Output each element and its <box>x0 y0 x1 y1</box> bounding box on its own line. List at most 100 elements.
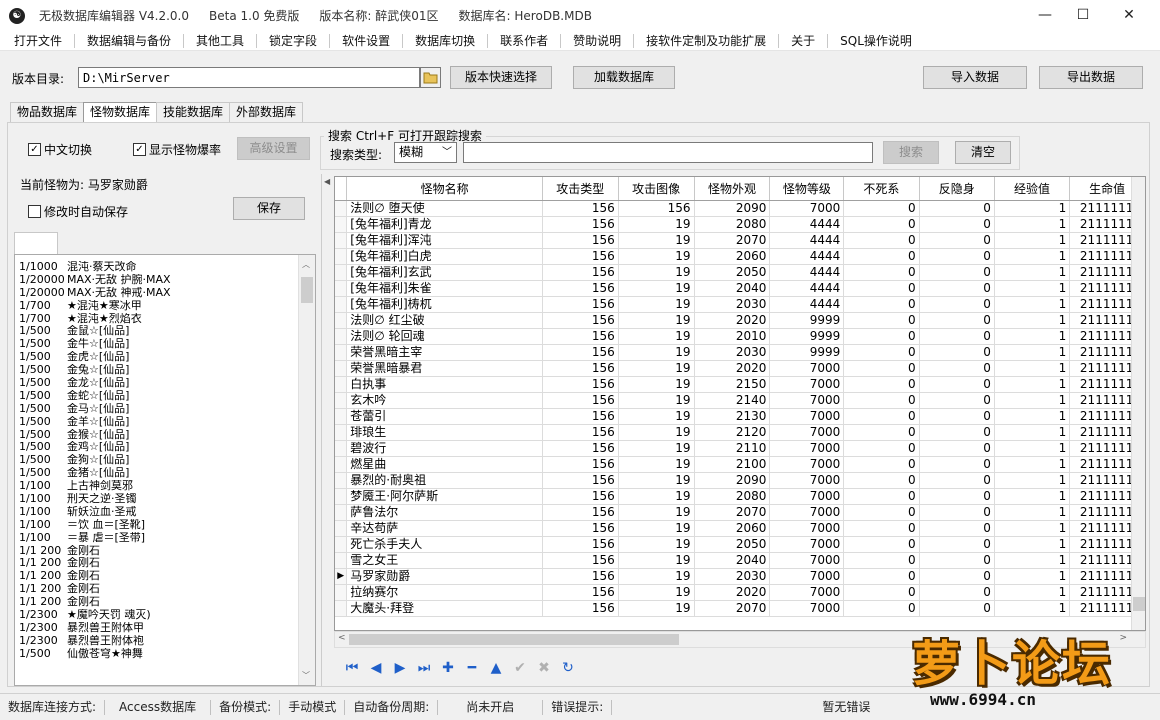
monster-name-cell[interactable]: 碧波行 <box>346 440 543 457</box>
monster-name-cell[interactable]: 苍蕾引 <box>346 408 543 425</box>
grid-cell[interactable]: 7000 <box>769 520 845 537</box>
grid-cell[interactable]: 7000 <box>769 376 845 393</box>
grid-cell[interactable]: 19 <box>618 344 695 361</box>
grid-cell[interactable]: 0 <box>843 312 920 329</box>
column-header[interactable]: 怪物等级 <box>769 177 845 201</box>
grid-cell[interactable]: 156 <box>542 472 619 489</box>
grid-cell[interactable]: 2070 <box>694 232 771 249</box>
column-header[interactable]: 反隐身 <box>919 177 995 201</box>
grid-cell[interactable]: 156 <box>542 568 619 585</box>
grid-cell[interactable]: 19 <box>618 456 695 473</box>
grid-cell[interactable]: 156 <box>542 232 619 249</box>
grid-cell[interactable]: 19 <box>618 520 695 537</box>
grid-cell[interactable]: 0 <box>919 584 995 601</box>
grid-cell[interactable]: 0 <box>843 536 920 553</box>
show-drop-rate-checkbox[interactable]: ✓ 显示怪物爆率 <box>133 141 221 158</box>
table-row[interactable]: 暴烈的·耐奥祖 156 19 2090 7000 0 0 1 21111111 <box>335 472 1145 489</box>
grid-cell[interactable]: 0 <box>843 200 920 217</box>
table-row[interactable]: 梦魇王·阿尔萨斯 156 19 2080 7000 0 0 1 21111111 <box>335 488 1145 505</box>
monster-grid[interactable]: 怪物名称 攻击类型 攻击图像 怪物外观 怪物等级 不死系 反隐身 经验值 生命值 法则∅ 堕天使… <box>334 176 1146 631</box>
monster-name-cell[interactable]: [兔年福利]白虎 <box>346 248 543 265</box>
drop-list-item[interactable]: 1/500 金马☆[仙品] <box>15 403 315 416</box>
grid-cell[interactable]: 4444 <box>769 264 845 281</box>
table-row[interactable]: 荣誉黑暗暴君 156 19 2020 7000 0 0 1 21111111 <box>335 360 1145 377</box>
drop-list-item[interactable]: 1/20000 MAX·无敌 神戒·MAX <box>15 287 315 300</box>
monster-name-cell[interactable]: 白执事 <box>346 376 543 393</box>
grid-cell[interactable]: 1 <box>994 424 1071 441</box>
post-icon[interactable]: ✔ <box>508 657 532 679</box>
table-row[interactable]: 苍蕾引 156 19 2130 7000 0 0 1 21111111 <box>335 408 1145 425</box>
grid-cell[interactable]: 2030 <box>694 344 771 361</box>
grid-cell[interactable]: 2020 <box>694 584 771 601</box>
table-row[interactable]: [兔年福利]青龙 156 19 2080 4444 0 0 1 21111111 <box>335 216 1145 233</box>
grid-cell[interactable]: 2030 <box>694 296 771 313</box>
grid-cell[interactable]: 0 <box>919 504 995 521</box>
menu-contact[interactable]: 联系作者 <box>488 33 562 48</box>
grid-cell[interactable]: 2040 <box>694 280 771 297</box>
grid-cell[interactable]: 2020 <box>694 312 771 329</box>
grid-cell[interactable]: 19 <box>618 248 695 265</box>
drop-list-item[interactable]: 1/500 金鸡☆[仙品] <box>15 441 315 454</box>
grid-cell[interactable]: 7000 <box>769 360 845 377</box>
grid-cell[interactable]: 0 <box>919 552 995 569</box>
drop-list-item[interactable]: 1/2300 暴烈兽王附体甲 <box>15 622 315 635</box>
monster-name-cell[interactable]: [兔年福利]朱雀 <box>346 280 543 297</box>
grid-cell[interactable]: 4444 <box>769 296 845 313</box>
monster-name-cell[interactable]: 荣誉黑暗暴君 <box>346 360 543 377</box>
drop-list[interactable]: 1/1000 混沌·蔡天改命 1/20000 MAX·无敌 护腕·MAX 1/20000… <box>14 254 316 686</box>
collapse-icon[interactable]: ◀ <box>324 177 330 186</box>
grid-cell[interactable]: 156 <box>542 536 619 553</box>
grid-cell[interactable]: 0 <box>843 344 920 361</box>
monster-name-cell[interactable]: 辛达苟萨 <box>346 520 543 537</box>
grid-cell[interactable]: 19 <box>618 312 695 329</box>
grid-cell[interactable]: 19 <box>618 296 695 313</box>
search-type-select[interactable]: 模糊 ﹀ <box>394 142 457 163</box>
grid-cell[interactable]: 2050 <box>694 536 771 553</box>
monster-name-cell[interactable]: [兔年福利]浑沌 <box>346 232 543 249</box>
grid-cell[interactable]: 7000 <box>769 392 845 409</box>
grid-cell[interactable]: 2020 <box>694 360 771 377</box>
grid-cell[interactable]: 1 <box>994 472 1071 489</box>
grid-cell[interactable]: 9999 <box>769 312 845 329</box>
grid-cell[interactable]: 2080 <box>694 488 771 505</box>
grid-cell[interactable]: 0 <box>919 600 995 617</box>
first-icon[interactable]: ⏮ <box>340 657 364 679</box>
monster-name-cell[interactable]: 死亡杀手夫人 <box>346 536 543 553</box>
grid-cell[interactable]: 0 <box>919 248 995 265</box>
folder-browse-button[interactable] <box>420 67 441 88</box>
grid-cell[interactable]: 156 <box>542 376 619 393</box>
table-row[interactable]: 玄木吟 156 19 2140 7000 0 0 1 21111111 <box>335 392 1145 409</box>
grid-cell[interactable]: 1 <box>994 568 1071 585</box>
insert-icon[interactable]: ✚ <box>436 657 460 679</box>
drop-list-item[interactable]: 1/2300 暴烈兽王附体袍 <box>15 635 315 648</box>
grid-cell[interactable]: 0 <box>919 216 995 233</box>
drop-list-item[interactable]: 1/700 ★混沌★烈焰衣 <box>15 313 315 326</box>
grid-cell[interactable]: 0 <box>843 440 920 457</box>
chinese-switch-checkbox[interactable]: ✓ 中文切换 <box>28 141 92 158</box>
grid-cell[interactable]: 19 <box>618 536 695 553</box>
grid-cell[interactable]: 1 <box>994 232 1071 249</box>
grid-cell[interactable]: 0 <box>843 552 920 569</box>
grid-cell[interactable]: 0 <box>919 488 995 505</box>
grid-cell[interactable]: 2090 <box>694 200 771 217</box>
grid-cell[interactable]: 7000 <box>769 536 845 553</box>
column-header[interactable]: 怪物外观 <box>694 177 771 201</box>
grid-cell[interactable]: 9999 <box>769 344 845 361</box>
grid-cell[interactable]: 0 <box>919 376 995 393</box>
last-icon[interactable]: ⏭ <box>412 657 436 679</box>
grid-cell[interactable]: 0 <box>919 232 995 249</box>
drop-list-item[interactable]: 1/1 200 金刚石 <box>15 570 315 583</box>
tab-skills[interactable]: 技能数据库 <box>156 102 231 123</box>
column-header[interactable]: 不死系 <box>843 177 920 201</box>
table-row[interactable]: 拉纳赛尔 156 19 2020 7000 0 0 1 21111111 <box>335 584 1145 601</box>
table-row[interactable]: [兔年福利]白虎 156 19 2060 4444 0 0 1 21111111 <box>335 248 1145 265</box>
grid-cell[interactable]: 0 <box>919 344 995 361</box>
grid-cell[interactable]: 19 <box>618 328 695 345</box>
grid-cell[interactable]: 7000 <box>769 504 845 521</box>
grid-cell[interactable]: 0 <box>919 440 995 457</box>
drop-list-item[interactable]: 1/100 上古神剑莫邪 <box>15 480 315 493</box>
drop-list-item[interactable]: 1/700 ★混沌★寒冰甲 <box>15 300 315 313</box>
grid-cell[interactable]: 9999 <box>769 328 845 345</box>
grid-cell[interactable]: 156 <box>542 248 619 265</box>
maximize-button[interactable]: ☐ <box>1060 0 1106 31</box>
